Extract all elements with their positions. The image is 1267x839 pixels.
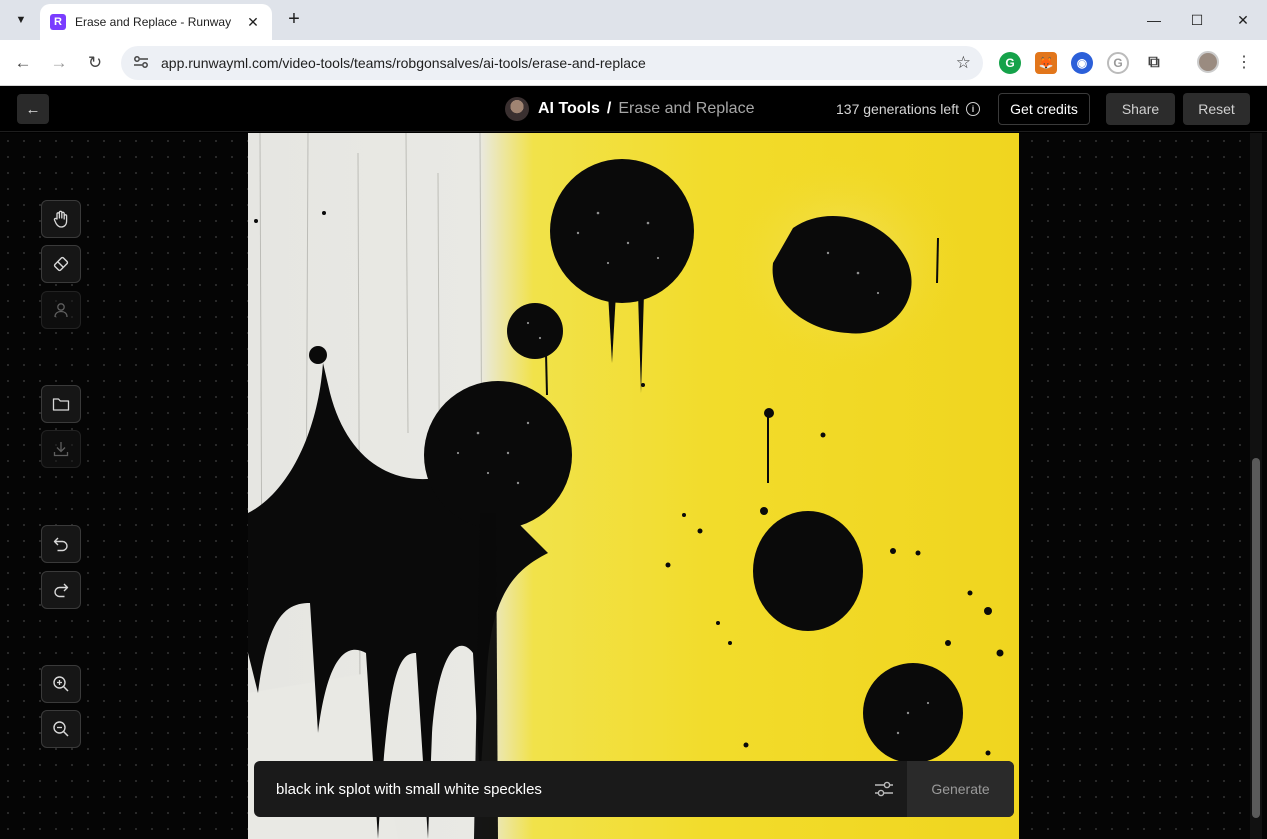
zoom-out-button[interactable] [41, 710, 81, 748]
new-tab-plus-icon[interactable]: + [282, 8, 306, 32]
eraser-tool-button[interactable] [41, 245, 81, 283]
tab-title: Erase and Replace - Runway [75, 15, 232, 29]
breadcrumb-separator: / [606, 100, 612, 117]
workspace-scrollbar-thumb[interactable] [1252, 458, 1260, 818]
team-avatar [505, 97, 529, 121]
tab-search-chevron-icon[interactable]: ▼ [9, 8, 33, 32]
zoom-in-icon [53, 676, 69, 692]
reload-icon[interactable]: ↻ [82, 50, 108, 76]
browser-toolbar: ← → ↻ app.runwayml.com/video-tools/teams… [0, 40, 1267, 86]
address-bar[interactable]: app.runwayml.com/video-tools/teams/robgo… [121, 46, 983, 80]
redo-button[interactable] [41, 571, 81, 609]
redo-icon [54, 583, 69, 598]
generations-left-text: 137 generations left [836, 101, 959, 117]
bookmark-star-icon[interactable]: ☆ [956, 53, 971, 73]
breadcrumb-current-page: Erase and Replace [618, 100, 755, 117]
tab-close-icon[interactable]: ✕ [244, 14, 262, 31]
maximize-icon[interactable]: ☐ [1185, 8, 1209, 32]
extensions-puzzle-icon[interactable]: ⧉ [1143, 52, 1165, 74]
reset-button[interactable]: Reset [1183, 93, 1250, 125]
grammarly-extension-icon[interactable]: G [999, 52, 1021, 74]
person-icon [54, 303, 68, 318]
site-settings-icon[interactable] [133, 55, 153, 72]
breadcrumb-ai-tools[interactable]: AI Tools [538, 100, 600, 118]
app-header: ← AI Tools / Erase and Replace 137 gener… [0, 87, 1267, 132]
undo-button[interactable] [41, 525, 81, 563]
download-button[interactable] [41, 430, 81, 468]
google-extension-icon[interactable]: G [1107, 52, 1129, 74]
runway-favicon-icon: R [50, 14, 66, 30]
forward-arrow-icon[interactable]: → [46, 50, 72, 76]
zoom-out-icon [53, 721, 69, 737]
extension-badge-icon[interactable]: ◉ [1071, 52, 1093, 74]
prompt-bar: Generate [254, 761, 1014, 817]
open-file-button[interactable] [41, 385, 81, 423]
eraser-icon [53, 256, 69, 272]
subject-select-button[interactable] [41, 291, 81, 329]
info-icon[interactable]: i [965, 102, 980, 116]
get-credits-button[interactable]: Get credits [998, 93, 1090, 125]
profile-avatar[interactable] [1197, 51, 1219, 73]
breadcrumb: AI Tools / Erase and Replace [505, 96, 754, 122]
browser-tab-bar: ▼ R Erase and Replace - Runway ✕ + — ☐ ✕ [0, 0, 1267, 40]
share-button[interactable]: Share [1106, 93, 1175, 125]
generations-counter: 137 generations left i [836, 101, 980, 117]
hand-tool-button[interactable] [41, 200, 81, 238]
back-arrow-icon[interactable]: ← [10, 50, 36, 76]
url-text[interactable]: app.runwayml.com/video-tools/teams/robgo… [161, 55, 956, 71]
download-icon [53, 442, 69, 457]
zoom-in-button[interactable] [41, 665, 81, 703]
back-button[interactable]: ← [17, 94, 49, 124]
undo-icon [53, 537, 68, 552]
minimize-icon[interactable]: — [1142, 8, 1166, 32]
browser-tab[interactable]: R Erase and Replace - Runway ✕ [40, 4, 272, 40]
folder-icon [52, 398, 70, 411]
arrow-left-icon: ← [25, 100, 41, 118]
prompt-settings-button[interactable] [861, 761, 907, 817]
window-close-icon[interactable]: ✕ [1231, 8, 1255, 32]
ink-splatter-artwork [248, 133, 1004, 839]
hand-icon [53, 210, 68, 228]
editor-workspace: Generate [0, 133, 1267, 839]
sliders-icon [875, 781, 893, 797]
metamask-extension-icon[interactable]: 🦊 [1035, 52, 1057, 74]
prompt-input[interactable] [254, 761, 861, 817]
generate-button[interactable]: Generate [907, 761, 1014, 817]
browser-menu-icon[interactable]: ⋮ [1236, 52, 1252, 72]
image-canvas[interactable] [248, 133, 1019, 839]
